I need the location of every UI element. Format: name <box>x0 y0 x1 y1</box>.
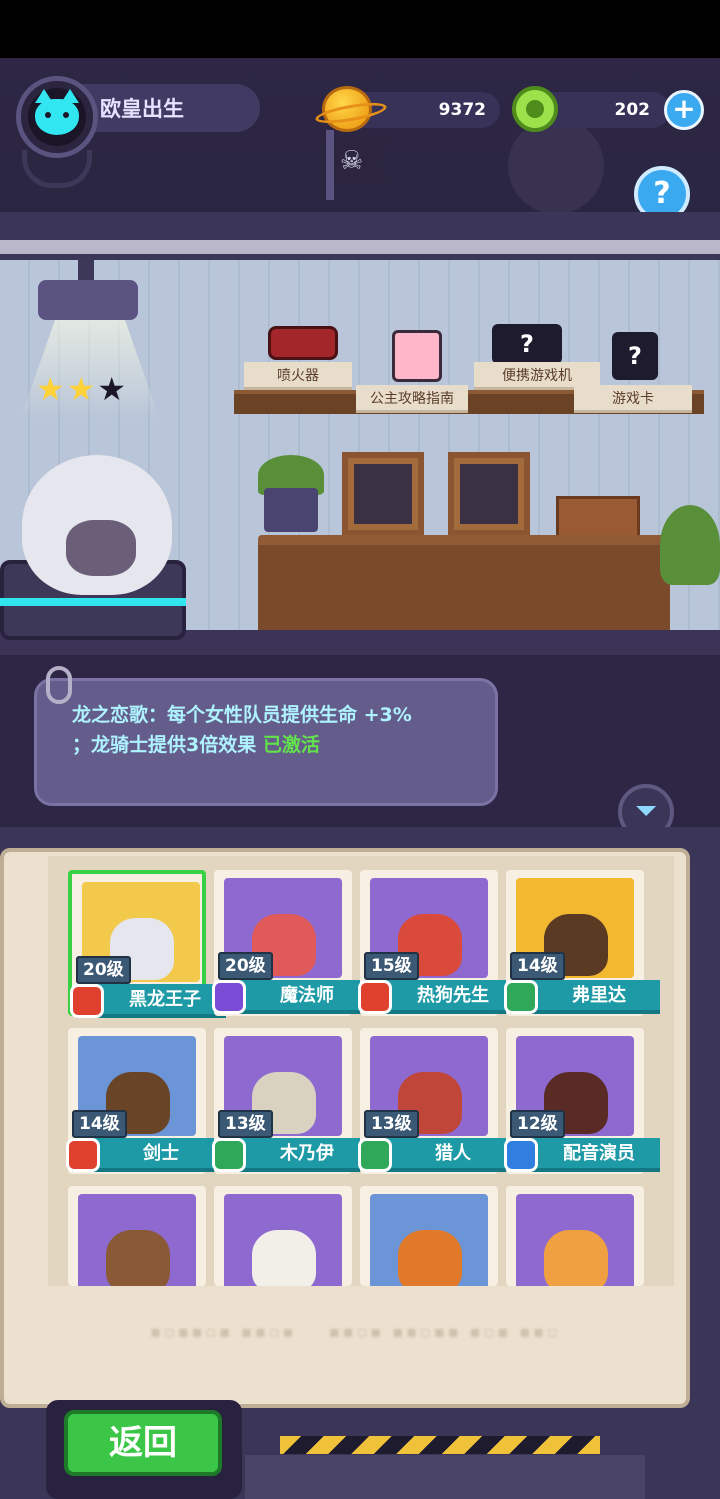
hero-portrait <box>224 1194 342 1286</box>
avatar-inner <box>28 88 86 146</box>
rail-trim <box>0 240 720 254</box>
hero-card[interactable]: 13级 木乃伊 <box>212 1028 368 1174</box>
paperclip-icon <box>46 666 72 704</box>
hero-face <box>66 520 136 576</box>
hero-card[interactable]: 15级 热狗先生 <box>358 870 514 1016</box>
shelf-label-card: 游戏卡 <box>574 385 692 413</box>
player-name: 欧皇出生 <box>100 97 184 121</box>
donut-gem-icon <box>512 86 558 132</box>
planet-coin-icon <box>322 86 372 132</box>
class-red-icon <box>66 1138 100 1172</box>
class-blue-icon <box>504 1138 538 1172</box>
wooden-box <box>556 496 640 538</box>
projector-icon <box>38 280 138 320</box>
coin-value: 9372 <box>438 100 486 120</box>
hero-card[interactable]: 14级 剑士 <box>66 1028 222 1174</box>
moon-decoration <box>508 118 604 214</box>
picture-frame <box>342 452 424 536</box>
star-empty-icon: ★ <box>97 370 129 408</box>
hero-card[interactable]: 14级 弗里达 <box>504 870 660 1016</box>
plant-pot <box>264 488 318 532</box>
hero-card[interactable] <box>68 1186 206 1286</box>
hazard-stripe <box>280 1436 600 1454</box>
hero-face <box>252 1230 316 1286</box>
hero-grid: 20级 黑龙王子 20级 魔法师 15级 热狗先生 14级 弗里达 14级 剑士 13级 木乃伊 13级… <box>48 856 674 1286</box>
hero-card[interactable]: 13级 猎人 <box>358 1028 514 1174</box>
star-filled-icon: ★ <box>66 370 98 408</box>
gem-value: 202 <box>614 100 651 120</box>
shelf-label-flamethrower: 喷火器 <box>244 362 352 390</box>
bonus-status: 已激活 <box>262 734 320 756</box>
hero-card[interactable] <box>360 1186 498 1286</box>
hero-level: 20级 <box>76 956 131 984</box>
back-button[interactable]: 返回 <box>64 1410 222 1476</box>
guide-book-icon[interactable] <box>392 330 442 382</box>
cat-icon <box>35 89 79 135</box>
hero-card[interactable] <box>214 1186 352 1286</box>
hero-portrait <box>78 1194 196 1286</box>
hero-card[interactable]: 20级 黑龙王子 <box>68 870 226 1018</box>
add-gems-button[interactable]: + <box>664 90 704 130</box>
locked-console-icon[interactable]: ? <box>492 324 562 364</box>
hero-card[interactable] <box>506 1186 644 1286</box>
bonus-text: 龙之恋歌：每个女性队员提供生命 +3% ；龙骑士提供3倍效果 已激活 <box>72 700 492 760</box>
locked-card-icon[interactable]: ? <box>612 332 658 380</box>
hero-level: 12级 <box>510 1110 565 1138</box>
hero-portrait <box>370 1194 488 1286</box>
class-red-icon <box>70 984 104 1018</box>
shelf-label-guide: 公主攻略指南 <box>356 385 468 413</box>
flamethrower-icon[interactable] <box>268 326 338 360</box>
class-green-icon <box>212 1138 246 1172</box>
hero-level: 14级 <box>72 1110 127 1138</box>
hero-portrait <box>516 1194 634 1286</box>
class-green-icon <box>504 980 538 1014</box>
large-plant-icon <box>660 505 720 585</box>
picture-frame <box>448 452 530 536</box>
status-bar <box>0 0 720 58</box>
bottom-machine <box>245 1455 645 1499</box>
hero-level: 15级 <box>364 952 419 980</box>
hero-level: 14级 <box>510 952 565 980</box>
avatar[interactable] <box>16 76 98 158</box>
hero-face <box>398 1230 462 1286</box>
sofa-trim <box>0 598 186 606</box>
class-purple-icon <box>212 980 246 1014</box>
blurred-caption: ▪▫▪▪▫▪ ▪▪▫▪ ▪▪▫▪ ▪▪▫▪▪ ▪▫▪ ▪▪▫ <box>150 1322 561 1341</box>
class-red-icon <box>358 980 392 1014</box>
hero-level: 20级 <box>218 952 273 980</box>
hero-face <box>544 1230 608 1286</box>
hero-level: 13级 <box>364 1110 419 1138</box>
flag-pole <box>326 130 334 200</box>
skull-icon: ☠ <box>340 146 364 176</box>
bonus-description: 龙之恋歌：每个女性队员提供生命 +3% ；龙骑士提供3倍效果 <box>72 704 412 756</box>
desk <box>258 535 670 635</box>
star-rating: ★★★ <box>36 370 128 408</box>
star-filled-icon: ★ <box>36 370 67 408</box>
hero-level: 13级 <box>218 1110 273 1138</box>
hero-card[interactable]: 12级 配音演员 <box>504 1028 660 1174</box>
class-green-icon <box>358 1138 392 1172</box>
hero-face <box>106 1230 170 1286</box>
hero-card[interactable]: 20级 魔法师 <box>212 870 368 1016</box>
